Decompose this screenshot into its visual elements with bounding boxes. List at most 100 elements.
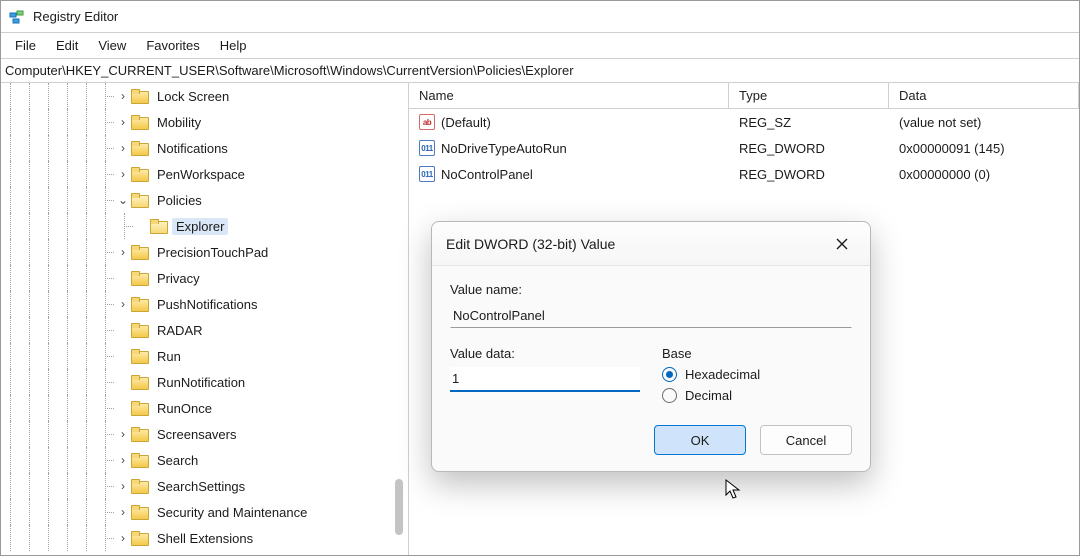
value-name: (Default) [441,115,491,130]
folder-icon [131,296,149,312]
tree-item[interactable]: ›Mobility [1,109,408,135]
tree-item[interactable]: ›RunOnce [1,395,408,421]
radio-hex-label: Hexadecimal [685,367,760,382]
tree-item-label: SearchSettings [153,478,249,495]
folder-icon [131,452,149,468]
base-label: Base [662,346,852,361]
chevron-right-icon[interactable]: › [115,89,131,103]
scrollbar-thumb[interactable] [395,479,403,535]
tree-item[interactable]: ›RADAR [1,317,408,343]
tree-item[interactable]: › Shell Extensions [1,525,408,551]
chevron-right-icon[interactable]: › [115,505,131,519]
value-data: (value not set) [889,115,1079,130]
chevron-right-icon[interactable]: › [115,453,131,467]
chevron-right-icon[interactable]: › [115,141,131,155]
tree-item[interactable]: › PrecisionTouchPad [1,239,408,265]
tree-item[interactable]: › SearchSettings [1,473,408,499]
close-icon[interactable] [828,230,856,258]
chevron-right-icon[interactable]: › [115,427,131,441]
value-type: REG_DWORD [729,167,889,182]
edit-dword-dialog: Edit DWORD (32-bit) Value Value name: No… [431,221,871,472]
tree-item-label: PrecisionTouchPad [153,244,272,261]
value-data-label: Value data: [450,346,640,361]
values-header[interactable]: Name Type Data [409,83,1079,109]
tree-item[interactable]: ›PushNotifications [1,291,408,317]
value-data-input[interactable] [450,367,640,392]
column-name[interactable]: Name [409,83,729,108]
menu-view[interactable]: View [88,35,136,56]
folder-icon [150,218,168,234]
ok-button[interactable]: OK [654,425,746,455]
folder-icon [131,374,149,390]
chevron-right-icon[interactable]: › [115,297,131,311]
chevron-right-icon[interactable]: › [115,479,131,493]
column-type[interactable]: Type [729,83,889,108]
menu-favorites[interactable]: Favorites [136,35,209,56]
tree-scrollbar[interactable] [390,83,406,555]
radio-icon [662,367,677,382]
chevron-right-icon[interactable]: › [115,167,131,181]
tree-item-label: RADAR [153,322,207,339]
tree-item[interactable]: › Security and Maintenance [1,499,408,525]
value-data: 0x00000091 (145) [889,141,1079,156]
tree-item-label: Privacy [153,270,204,287]
cancel-button[interactable]: Cancel [760,425,852,455]
tree-item[interactable]: ›Explorer [1,213,408,239]
tree-pane[interactable]: ›Lock Screen›Mobility›Notifications›PenW… [1,83,409,555]
tree-item-label: Security and Maintenance [153,504,311,521]
folder-icon [131,192,149,208]
value-type: REG_DWORD [729,141,889,156]
dialog-footer: OK Cancel [432,415,870,471]
chevron-right-icon[interactable]: › [115,115,131,129]
value-name: NoDriveTypeAutoRun [441,141,567,156]
tree-item-label: PenWorkspace [153,166,249,183]
tree-item[interactable]: ›Search [1,447,408,473]
value-data: 0x00000000 (0) [889,167,1079,182]
dialog-title-bar[interactable]: Edit DWORD (32-bit) Value [432,222,870,266]
tree-item[interactable]: ›Run [1,343,408,369]
title-bar: Registry Editor [1,1,1079,33]
folder-icon [131,530,149,546]
folder-icon [131,88,149,104]
regedit-icon [9,9,25,25]
tree-item[interactable]: › Screensavers [1,421,408,447]
tree-item[interactable]: › Notifications [1,135,408,161]
column-data[interactable]: Data [889,83,1079,108]
tree-item[interactable]: ›RunNotification [1,369,408,395]
radio-hexadecimal[interactable]: Hexadecimal [662,367,852,382]
value-row[interactable]: ab (Default) REG_SZ(value not set) [409,109,1079,135]
folder-icon [131,348,149,364]
address-bar[interactable]: Computer\HKEY_CURRENT_USER\Software\Micr… [1,59,1079,83]
value-row[interactable]: 011NoControlPanelREG_DWORD0x00000000 (0) [409,161,1079,187]
tree-item-label: Lock Screen [153,88,233,105]
value-type: REG_SZ [729,115,889,130]
reg-sz-icon: ab [419,114,435,130]
tree-item-label: Notifications [153,140,232,157]
radio-decimal[interactable]: Decimal [662,388,852,403]
folder-icon [131,140,149,156]
folder-icon [131,426,149,442]
value-row[interactable]: 011 NoDriveTypeAutoRun REG_DWORD0x00000091… [409,135,1079,161]
menu-edit[interactable]: Edit [46,35,88,56]
reg-dword-icon: 011 [419,140,435,156]
tree-item-label: Shell Extensions [153,530,257,547]
chevron-down-icon[interactable]: ⌄ [115,193,131,207]
tree-item[interactable]: › PenWorkspace [1,161,408,187]
value-name-field[interactable]: NoControlPanel [450,303,852,328]
tree-item[interactable]: ⌄Policies [1,187,408,213]
tree-item-label: Explorer [172,218,228,235]
tree-item-label: Run [153,348,185,365]
folder-icon [131,322,149,338]
menu-help[interactable]: Help [210,35,257,56]
tree-item[interactable]: › Lock Screen [1,83,408,109]
value-name-label: Value name: [450,282,852,297]
tree-item-label: Screensavers [153,426,240,443]
folder-icon [131,504,149,520]
menu-file[interactable]: File [5,35,46,56]
tree-item[interactable]: ›Privacy [1,265,408,291]
folder-icon [131,270,149,286]
chevron-right-icon[interactable]: › [115,245,131,259]
chevron-right-icon[interactable]: › [115,531,131,545]
folder-icon [131,400,149,416]
folder-icon [131,166,149,182]
